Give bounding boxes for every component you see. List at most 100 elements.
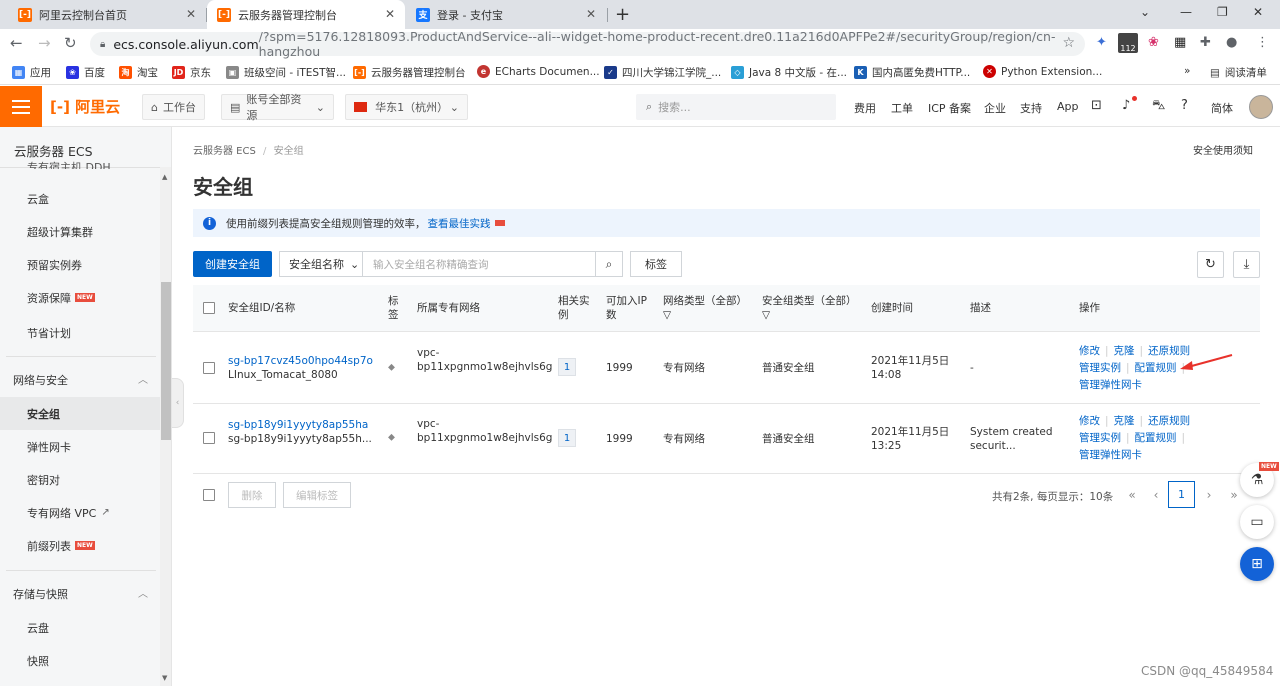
sidebar-item-reserved-instances[interactable]: 预留实例券 bbox=[0, 248, 160, 281]
bookmark-java8[interactable]: ◇ Java 8 中文版 - 在... bbox=[731, 65, 847, 80]
sidebar-item-eni[interactable]: 弹性网卡 bbox=[0, 430, 160, 463]
tag-icon[interactable]: ⬥ bbox=[388, 362, 395, 373]
window-close-icon[interactable]: ✕ bbox=[1253, 5, 1263, 19]
global-search-input[interactable]: ⌕ 搜索... bbox=[636, 94, 836, 120]
address-bar[interactable]: 🔒︎ ecs.console.aliyun.com /?spm=5176.128… bbox=[90, 29, 1085, 59]
extension-calendar-icon[interactable]: 112 bbox=[1118, 33, 1138, 53]
edit-link[interactable]: 修改 bbox=[1079, 415, 1100, 427]
select-all-checkbox[interactable] bbox=[203, 302, 215, 314]
maximize-icon[interactable]: ❐ bbox=[1217, 5, 1228, 19]
download-icon[interactable]: ⤓ bbox=[1233, 251, 1260, 278]
minimize-icon[interactable]: — bbox=[1180, 5, 1192, 19]
bookmarks-overflow-icon[interactable]: » bbox=[1184, 65, 1190, 77]
browser-tab-ecs-console[interactable]: [-] 云服务器管理控制台 ✕ bbox=[207, 0, 405, 29]
extension-pink-icon[interactable]: ❀ bbox=[1148, 35, 1159, 50]
restore-rules-link[interactable]: 还原规则 bbox=[1148, 415, 1190, 427]
notification-bell-icon[interactable]: ♪ bbox=[1122, 98, 1130, 113]
header-link-enterprise[interactable]: 企业 bbox=[984, 100, 1006, 116]
bookmark-python-ext[interactable]: ✕ Python Extension... bbox=[983, 65, 1102, 78]
first-page-icon[interactable]: « bbox=[1124, 482, 1140, 508]
reading-list[interactable]: ▤ 阅读清单 bbox=[1210, 65, 1267, 80]
chat-icon[interactable]: ▭ bbox=[1240, 505, 1274, 539]
footer-select-all-checkbox[interactable] bbox=[203, 489, 215, 501]
delete-button[interactable]: 删除 bbox=[228, 482, 276, 508]
configure-rules-link[interactable]: 配置规则 bbox=[1135, 432, 1177, 444]
scroll-up-arrow-icon[interactable]: ▲ bbox=[162, 173, 167, 181]
search-input[interactable]: 输入安全组名称精确查询 bbox=[362, 251, 596, 277]
sidebar-item-ddh[interactable]: 专有宿主机 DDH bbox=[0, 155, 160, 169]
profile-icon[interactable]: ● bbox=[1226, 35, 1237, 50]
refresh-icon[interactable]: ↻ bbox=[1197, 251, 1224, 278]
sidebar-item-resource-assurance[interactable]: 资源保障 NEW bbox=[0, 281, 160, 314]
sidebar-collapse-handle[interactable]: ‹ bbox=[172, 378, 184, 428]
header-link-icp[interactable]: ICP 备案 bbox=[928, 100, 971, 116]
bookmark-http-proxy[interactable]: K 国内高匿免费HTTP... bbox=[854, 65, 970, 80]
browser-tab-aliyun-home[interactable]: [-] 阿里云控制台首页 ✕ bbox=[8, 0, 206, 29]
help-icon[interactable]: ? bbox=[1181, 98, 1188, 113]
bookmark-jd[interactable]: JD 京东 bbox=[172, 65, 211, 80]
sidebar-item-hpc-cluster[interactable]: 超级计算集群 bbox=[0, 215, 160, 248]
close-icon[interactable]: ✕ bbox=[586, 7, 596, 21]
manage-eni-link[interactable]: 管理弹性网卡 bbox=[1079, 379, 1142, 391]
page-number-current[interactable]: 1 bbox=[1168, 481, 1195, 508]
clone-link[interactable]: 克隆 bbox=[1114, 345, 1135, 357]
bookmark-scu-jinjiang[interactable]: ✓ 四川大学锦江学院_... bbox=[604, 65, 721, 80]
close-icon[interactable]: ✕ bbox=[186, 7, 196, 21]
bookmark-taobao[interactable]: 淘淘宝 bbox=[119, 65, 158, 80]
sidebar-group-storage-snapshot[interactable]: 存储与快照 ︿ bbox=[0, 577, 160, 610]
security-group-id-link[interactable]: sg-bp17cvz45o0hpo44sp7o bbox=[228, 354, 373, 368]
next-page-icon[interactable]: › bbox=[1201, 482, 1217, 508]
header-link-billing[interactable]: 费用 bbox=[854, 100, 876, 116]
sidebar-item-disk[interactable]: 云盘 bbox=[0, 611, 160, 644]
row-checkbox[interactable] bbox=[203, 362, 215, 374]
bookmark-ecs-console[interactable]: [-] 云服务器管理控制台 bbox=[353, 65, 466, 80]
extension-grid-icon[interactable]: ▦ bbox=[1174, 35, 1186, 50]
more-menu-icon[interactable]: ⋮ bbox=[1256, 35, 1269, 50]
sidebar-item-vpc[interactable]: 专有网络 VPC ↗ bbox=[0, 496, 160, 529]
workbench-button[interactable]: ⌂ 工作台 bbox=[142, 94, 205, 120]
sidebar-item-prefix-list[interactable]: 前缀列表 NEW bbox=[0, 529, 160, 562]
header-link-app[interactable]: App bbox=[1057, 100, 1079, 113]
reload-icon[interactable]: ↻ bbox=[64, 34, 77, 52]
create-security-group-button[interactable]: 创建安全组 bbox=[193, 251, 272, 277]
edit-tags-button[interactable]: 编辑标签 bbox=[283, 482, 351, 508]
edit-link[interactable]: 修改 bbox=[1079, 345, 1100, 357]
instance-count[interactable]: 1 bbox=[558, 358, 576, 376]
best-practice-link[interactable]: 查看最佳实践 bbox=[428, 216, 491, 231]
filter-funnel-icon[interactable]: ▽ bbox=[762, 309, 770, 321]
bookmark-echarts[interactable]: e ECharts Documen... bbox=[477, 65, 600, 78]
header-link-tickets[interactable]: 工单 bbox=[891, 100, 913, 116]
sidebar-group-network-security[interactable]: 网络与安全 ︿ bbox=[0, 363, 160, 396]
filter-funnel-icon[interactable]: ▽ bbox=[663, 309, 671, 321]
instance-count[interactable]: 1 bbox=[558, 429, 576, 447]
last-page-icon[interactable]: » bbox=[1226, 482, 1242, 508]
extensions-puzzle-icon[interactable]: ✚ bbox=[1200, 35, 1211, 50]
header-link-support[interactable]: 支持 bbox=[1020, 100, 1042, 116]
sidebar-item-cloudbox[interactable]: 云盒 bbox=[0, 182, 160, 215]
tab-search-icon[interactable]: ⌄ bbox=[1140, 5, 1150, 19]
col-header-network-type[interactable]: 网络类型（全部） ▽ bbox=[663, 294, 747, 322]
sidebar-scrollbar-thumb[interactable] bbox=[161, 282, 171, 440]
security-notice-link[interactable]: 安全使用须知 bbox=[1193, 142, 1253, 157]
sidebar-item-security-group[interactable]: 安全组 bbox=[0, 397, 160, 430]
scroll-down-arrow-icon[interactable]: ▼ bbox=[162, 674, 167, 682]
manage-instances-link[interactable]: 管理实例 bbox=[1079, 362, 1121, 374]
prev-page-icon[interactable]: ‹ bbox=[1148, 482, 1164, 508]
bookmark-star-icon[interactable]: ☆ bbox=[1062, 35, 1075, 51]
manage-instances-link[interactable]: 管理实例 bbox=[1079, 432, 1121, 444]
region-dropdown[interactable]: 华东1（杭州） ⌄ bbox=[345, 94, 468, 120]
bookmark-apps[interactable]: ▦ 应用 bbox=[12, 65, 51, 80]
forward-icon[interactable]: → bbox=[38, 34, 51, 52]
col-header-group-type[interactable]: 安全组类型（全部） ▽ bbox=[762, 294, 857, 322]
filter-field-select[interactable]: 安全组名称 ⌄ bbox=[279, 251, 363, 277]
sidebar-item-savings-plan[interactable]: 节省计划 bbox=[0, 316, 160, 349]
tag-filter-button[interactable]: 标签 bbox=[630, 251, 682, 277]
breadcrumb-ecs[interactable]: 云服务器 ECS bbox=[193, 146, 256, 157]
back-icon[interactable]: ← bbox=[10, 34, 23, 52]
extension-bird-icon[interactable]: ✦ bbox=[1096, 35, 1107, 50]
terminal-icon[interactable]: ⊡ bbox=[1091, 98, 1102, 113]
row-checkbox[interactable] bbox=[203, 432, 215, 444]
hamburger-menu-icon[interactable] bbox=[0, 86, 42, 127]
close-icon[interactable]: ✕ bbox=[385, 7, 395, 21]
configure-rules-link[interactable]: 配置规则 bbox=[1135, 362, 1177, 374]
